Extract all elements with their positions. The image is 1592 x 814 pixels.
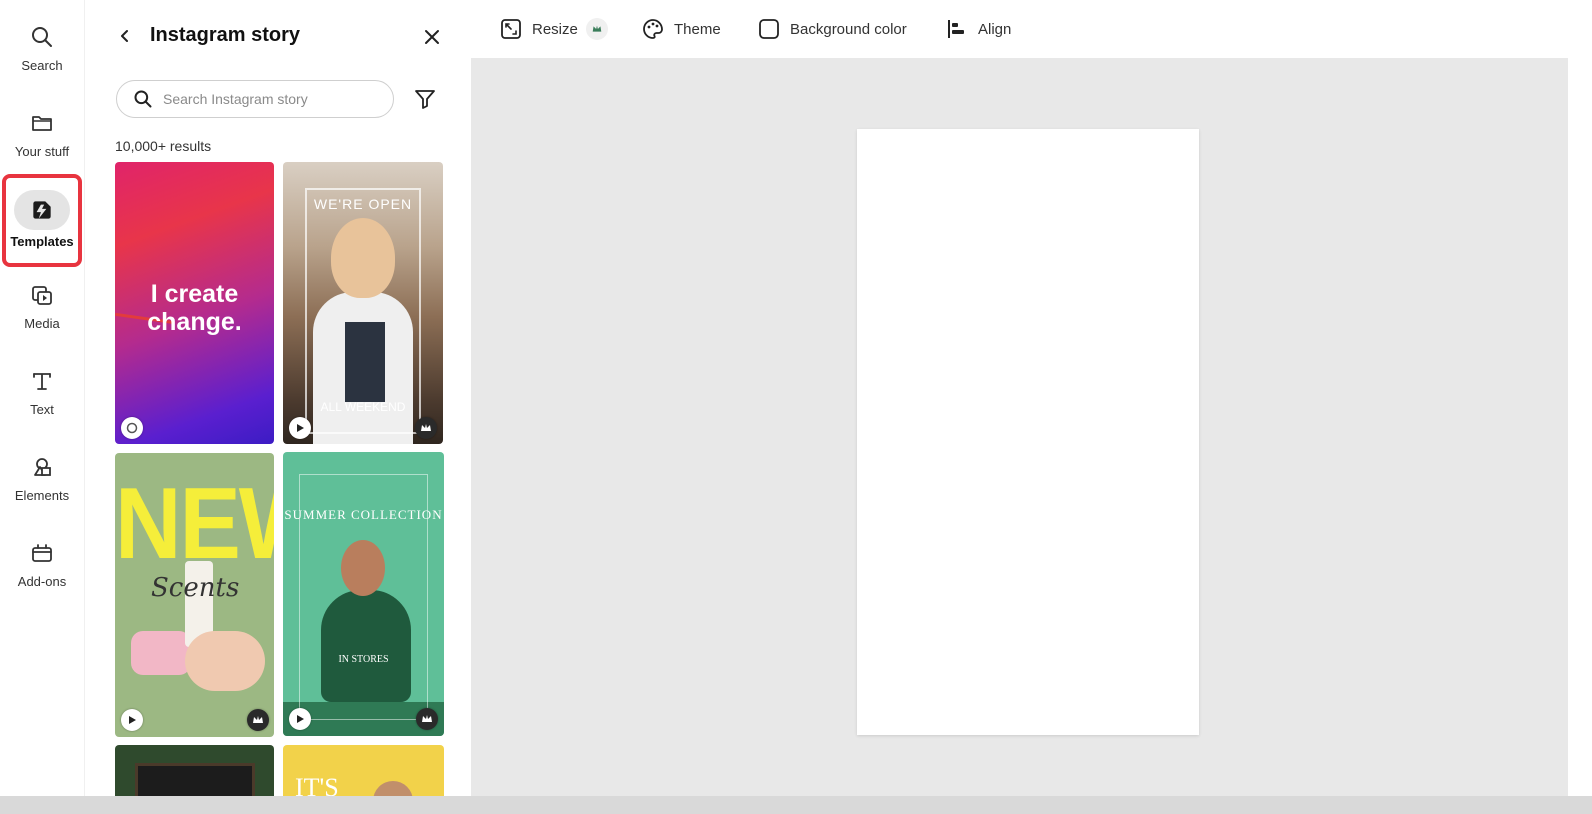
- panel-header: Instagram story: [85, 14, 471, 58]
- thumbnail-text: IN STORES: [338, 654, 389, 665]
- search-icon: [134, 90, 152, 108]
- theme-button[interactable]: Theme: [641, 16, 721, 42]
- rail-label-media: Media: [24, 316, 60, 331]
- template-thumbnail[interactable]: WE'RE OPEN ALL WEEKEND: [283, 162, 443, 444]
- theme-label: Theme: [674, 20, 721, 38]
- right-edge: [1568, 0, 1592, 814]
- play-icon: [289, 708, 311, 730]
- palette-icon: [641, 17, 665, 41]
- elements-icon: [29, 454, 55, 480]
- canvas-area[interactable]: [471, 58, 1592, 796]
- background-color-button[interactable]: Background color: [757, 16, 907, 42]
- premium-crown-icon: [247, 709, 269, 731]
- rail-item-media[interactable]: Media: [0, 272, 84, 350]
- play-icon: [121, 709, 143, 731]
- text-icon: [29, 368, 55, 394]
- align-label: Align: [978, 20, 1012, 38]
- templates-panel: Instagram story 10,000+ results I create…: [84, 0, 471, 814]
- templates-highlight-box: [2, 174, 82, 267]
- folder-icon: [29, 110, 55, 136]
- background-color-icon: [757, 17, 781, 41]
- rail-item-your-stuff[interactable]: Your stuff: [0, 100, 84, 178]
- template-search-input[interactable]: [163, 91, 383, 107]
- media-icon: [29, 282, 55, 308]
- results-count: 10,000+ results: [115, 138, 212, 154]
- rail-label-text: Text: [30, 402, 54, 417]
- filter-icon: [415, 90, 435, 109]
- template-thumbnail[interactable]: I create change.: [115, 162, 274, 444]
- back-button[interactable]: [113, 24, 137, 48]
- template-search-box: [116, 80, 394, 118]
- panel-title: Instagram story: [150, 24, 301, 46]
- close-button[interactable]: [419, 24, 445, 50]
- thumbnail-text: WE'RE OPEN: [313, 196, 413, 212]
- loading-icon: [121, 417, 143, 439]
- rail-item-search[interactable]: Search: [0, 16, 84, 94]
- resize-icon: [499, 17, 523, 41]
- filter-button[interactable]: [412, 86, 438, 112]
- rail-item-text[interactable]: Text: [0, 358, 84, 436]
- thumbnail-text: I create change.: [147, 280, 242, 336]
- template-thumbnail[interactable]: SUMMER COLLECTION IN STORES: [283, 452, 444, 736]
- premium-crown-icon: [585, 18, 608, 40]
- top-toolbar: Resize Theme Background color Align: [471, 0, 1592, 58]
- chevron-left-icon: [121, 30, 128, 42]
- left-rail: Search Your stuff Templates Media Text E…: [0, 0, 84, 814]
- rail-label-elements: Elements: [14, 488, 70, 503]
- close-icon: [425, 30, 439, 44]
- premium-crown-icon: [416, 708, 438, 730]
- background-color-label: Background color: [790, 20, 907, 38]
- resize-label: Resize: [532, 20, 578, 38]
- add-ons-icon: [29, 540, 55, 566]
- rail-item-elements[interactable]: Elements: [0, 444, 84, 522]
- rail-label-add-ons: Add-ons: [17, 574, 67, 589]
- search-icon: [29, 24, 55, 50]
- rail-item-add-ons[interactable]: Add-ons: [0, 530, 84, 608]
- premium-crown-icon: [415, 417, 437, 439]
- rail-label-your-stuff: Your stuff: [14, 144, 70, 159]
- align-button[interactable]: Align: [945, 16, 1011, 42]
- thumbnail-text: Scents: [151, 573, 240, 603]
- template-thumbnail[interactable]: NEW Scents: [115, 453, 274, 737]
- resize-button[interactable]: Resize: [499, 16, 608, 42]
- thumbnail-text: ALL WEEKEND: [320, 400, 406, 414]
- rail-label-search: Search: [21, 58, 63, 73]
- align-left-icon: [945, 17, 969, 41]
- bottom-strip: [0, 796, 1592, 814]
- thumbnail-text: SUMMER COLLECTION: [284, 507, 443, 522]
- artboard[interactable]: [857, 129, 1199, 735]
- play-icon: [289, 417, 311, 439]
